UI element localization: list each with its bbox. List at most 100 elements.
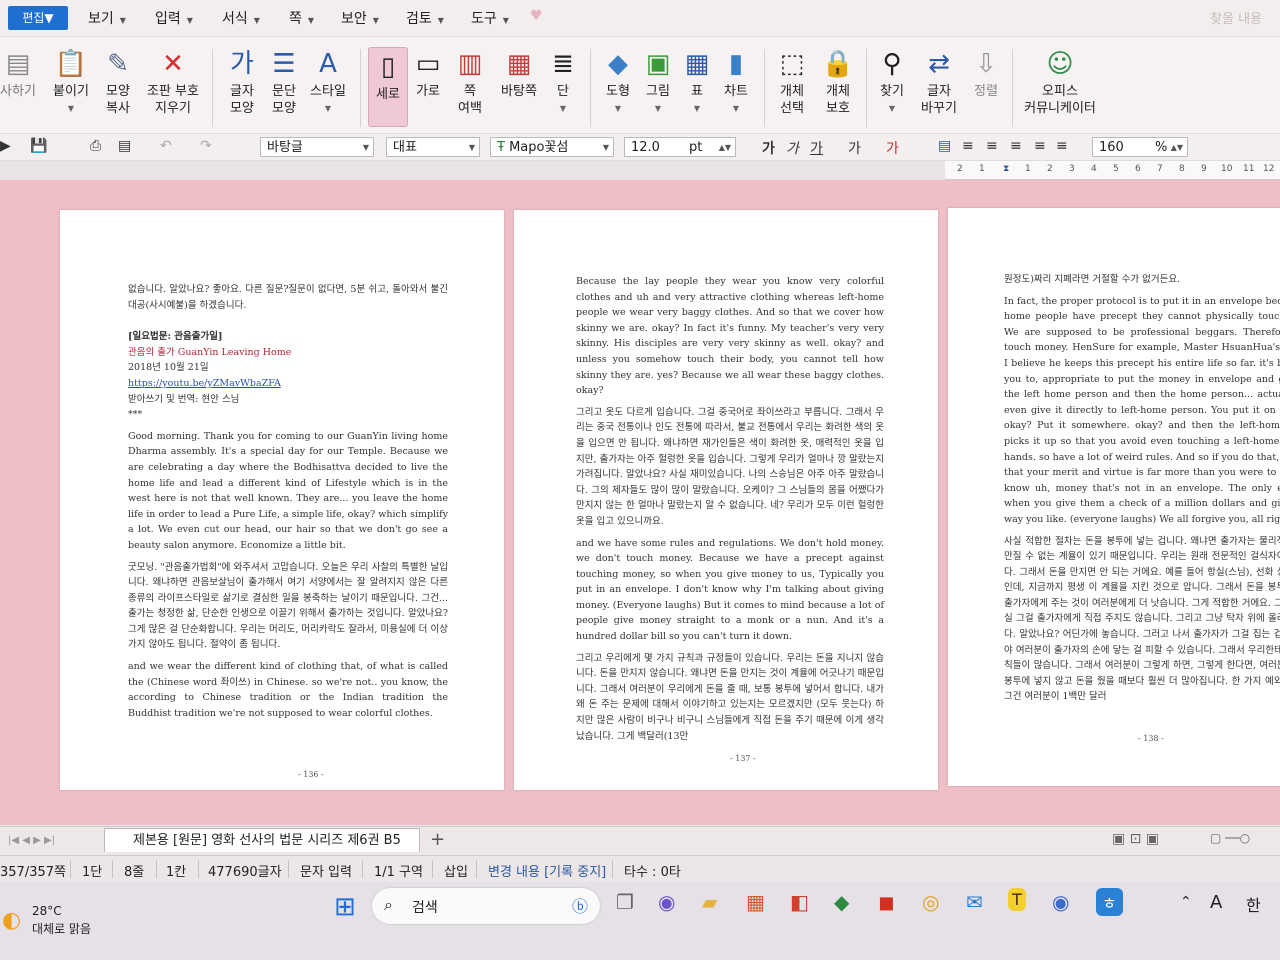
page-136-paragraph-en-2: and we wear the different kind of clothi… [128,661,448,719]
vertical-page-icon: ▯ [380,52,396,82]
mail-icon[interactable]: ✉ [966,890,983,914]
vertical-page-button[interactable]: ▯ 세로 [368,47,408,127]
document-tab[interactable]: 제본용 [원문] 영화 선사의 법문 시리즈 제6권 B5 [104,828,420,852]
file-explorer-icon[interactable]: ▰ [702,890,717,914]
font-value: Mapo꽃섬 [509,140,569,155]
menu-view[interactable]: 보기 ▼ [88,8,126,28]
delete-marks-button[interactable]: ✕ 조판 부호 지우기 [140,37,206,117]
menu-security[interactable]: 보안 ▼ [341,8,379,28]
tab-nav-icons[interactable]: |◀ ◀ ▶ ▶| [8,835,55,846]
taskbar-search[interactable]: ⌕ 검색 ⓑ [372,888,600,924]
app-red-icon[interactable]: ◼ [878,890,895,914]
font-size-select[interactable]: 12.0 pt ▲▼ [624,137,736,157]
menu-review[interactable]: 검토 ▼ [406,8,444,28]
menu-insert[interactable]: 입력 ▼ [155,8,193,28]
chrome-icon[interactable]: ◎ [922,890,939,914]
ime-mode-a[interactable]: A [1210,892,1222,913]
powerpoint-icon[interactable]: ◧ [790,890,809,914]
menu-format[interactable]: 서식 ▼ [222,8,260,28]
font-color-button[interactable]: 가 [886,138,899,158]
char-shape-button[interactable]: 가 글자 모양 [220,37,264,117]
bold-button[interactable]: 가 [762,138,775,158]
save-icon[interactable]: 💾 [30,138,47,154]
page-margin-button[interactable]: ▥ 쪽 여백 [450,37,490,117]
object-protect-button[interactable]: 🔒 개체 보호 [816,37,860,117]
page-138[interactable]: 원정도)짜리 지폐라면 거절할 수가 없거든요. In fact, the pr… [948,208,1280,786]
style-button[interactable]: A 스타일 ▼ [306,37,350,117]
align-left-icon[interactable]: ≡ [962,138,974,154]
page-136-text[interactable]: 없습니다. 알았나요? 좋아요. 다른 질문?질문이 없다면, 5분 쉬고, 돌… [128,282,448,727]
background-page-button[interactable]: ▦ 바탕쪽 [494,37,544,100]
table-button[interactable]: ▦ 표 ▼ [680,37,714,117]
preview-icon[interactable]: ▤ [118,138,131,154]
status-typing-count: 타수 : 0타 [624,865,681,880]
app-blue-icon[interactable]: ◉ [1052,890,1069,914]
ribbon-separator [764,49,765,127]
picture-button[interactable]: ▣ 그림 ▼ [640,37,676,117]
strike-button[interactable]: 가 [848,138,861,158]
menu-page[interactable]: 쪽 ▼ [289,8,314,28]
menu-tools-label: 도구 [471,11,497,27]
para-shape-button[interactable]: ☰ 문단 모양 [262,37,306,117]
paste-button[interactable]: 📋 붙이기 ▼ [46,37,96,117]
tray-chevron-icon[interactable]: ⌃ [1180,894,1192,910]
ime-mode-han[interactable]: 한 [1246,892,1261,916]
copy-label: 사하기 [0,84,36,99]
ruler[interactable]: 2 1 ⧗ 1 2 3 4 5 6 7 8 9 10 11 12 [945,161,1280,180]
print-icon[interactable]: ⎙ [90,138,101,154]
app-icon[interactable]: ◆ [834,890,849,914]
page-136-video-link[interactable]: https://youtu.be/yZMavWbaZFA [128,376,448,392]
communicator-icon: ☺ [1046,49,1074,79]
zoom-slider[interactable]: ▢ ──○ [1210,831,1250,845]
page-137-text[interactable]: Because the lay people they wear you kno… [576,274,884,750]
zoom-select[interactable]: 160% ▲▼ [1092,137,1188,157]
page-138-text[interactable]: 원정도)짜리 지폐라면 거절할 수가 없거든요. In fact, the pr… [1004,272,1280,711]
office-communicator-button[interactable]: ☺ 오피스 커뮤니케이터 [1020,37,1100,117]
chat-icon[interactable]: ◉ [658,890,675,914]
underline-button[interactable]: 가 [810,138,823,158]
columns-button[interactable]: ≣ 단 ▼ [546,37,580,117]
align-justify-icon[interactable]: ▤ [938,138,951,154]
font-set-select[interactable]: 바탕글 ▼ [260,137,374,157]
start-icon[interactable]: ⊞ [334,892,356,922]
find-button[interactable]: ⚲ 찾기 ▼ [872,37,912,117]
object-select-button[interactable]: ⬚ 개체 선택 [770,37,814,117]
view-mode-icons[interactable]: ▣ ⊡ ▣ [1112,831,1159,847]
menu-edit[interactable]: 편집▼ [8,6,68,30]
format-copy-button[interactable]: ✎ 모양 복사 [96,37,140,117]
ruler-indent-marker[interactable]: ⧗ [1003,164,1009,174]
align-distribute-icon[interactable]: ≡ [1034,138,1046,154]
style-select[interactable]: 대표 ▼ [386,137,480,157]
horizontal-page-button[interactable]: ▭ 가로 [410,37,446,100]
replace-button[interactable]: ⇄ 글자 바꾸기 [914,37,964,117]
italic-button[interactable]: 가 [786,138,799,158]
copy-button[interactable]: ▤ 사하기 [0,37,40,100]
status-bar: 357/357쪽 1단 8줄 1칸 477690글자 문자 입력 1/1 구역 … [0,855,1280,882]
shape-button[interactable]: ◆ 도형 ▼ [598,37,638,117]
store-icon[interactable]: ▦ [746,890,765,914]
task-view-icon[interactable]: ❐ [616,890,634,914]
status-track-changes[interactable]: 변경 내용 [기록 중지] [488,861,606,880]
align-right-icon[interactable]: ≡ [1010,138,1022,154]
weather-desc[interactable]: 대체로 맑음 [32,920,91,937]
kakaotalk-icon[interactable]: T [1008,888,1026,911]
redo-icon[interactable]: ↷ [200,138,212,154]
open-icon[interactable]: ▶ [0,138,11,154]
find-input[interactable]: 찾을 내용 [1210,8,1262,27]
document-area[interactable]: 없습니다. 알았나요? 좋아요. 다른 질문?질문이 없다면, 5분 쉬고, 돌… [0,180,1280,825]
menu-tools[interactable]: 도구 ▼ [471,8,509,28]
columns-label: 단 [557,84,569,99]
font-select[interactable]: Ŧ Mapo꽃섬 ▼ [490,137,614,157]
chart-button[interactable]: ▮ 차트 ▼ [716,37,756,117]
weather-temp[interactable]: 28°C [32,904,62,918]
page-136-credit: 받아쓰기 및 번역: 현안 스님 [128,393,240,405]
status-insert-mode[interactable]: 삽입 [444,861,468,880]
align-division-icon[interactable]: ≡ [1056,138,1068,154]
add-tab-button[interactable]: + [430,829,445,850]
undo-icon[interactable]: ↶ [160,138,172,154]
align-button[interactable]: ⇩ 정렬 [966,37,1006,100]
page-137[interactable]: Because the lay people they wear you kno… [514,210,938,790]
align-center-icon[interactable]: ≡ [986,138,998,154]
hangul-icon[interactable]: ㅎ [1096,888,1123,916]
page-136[interactable]: 없습니다. 알았나요? 좋아요. 다른 질문?질문이 없다면, 5분 쉬고, 돌… [60,210,504,790]
